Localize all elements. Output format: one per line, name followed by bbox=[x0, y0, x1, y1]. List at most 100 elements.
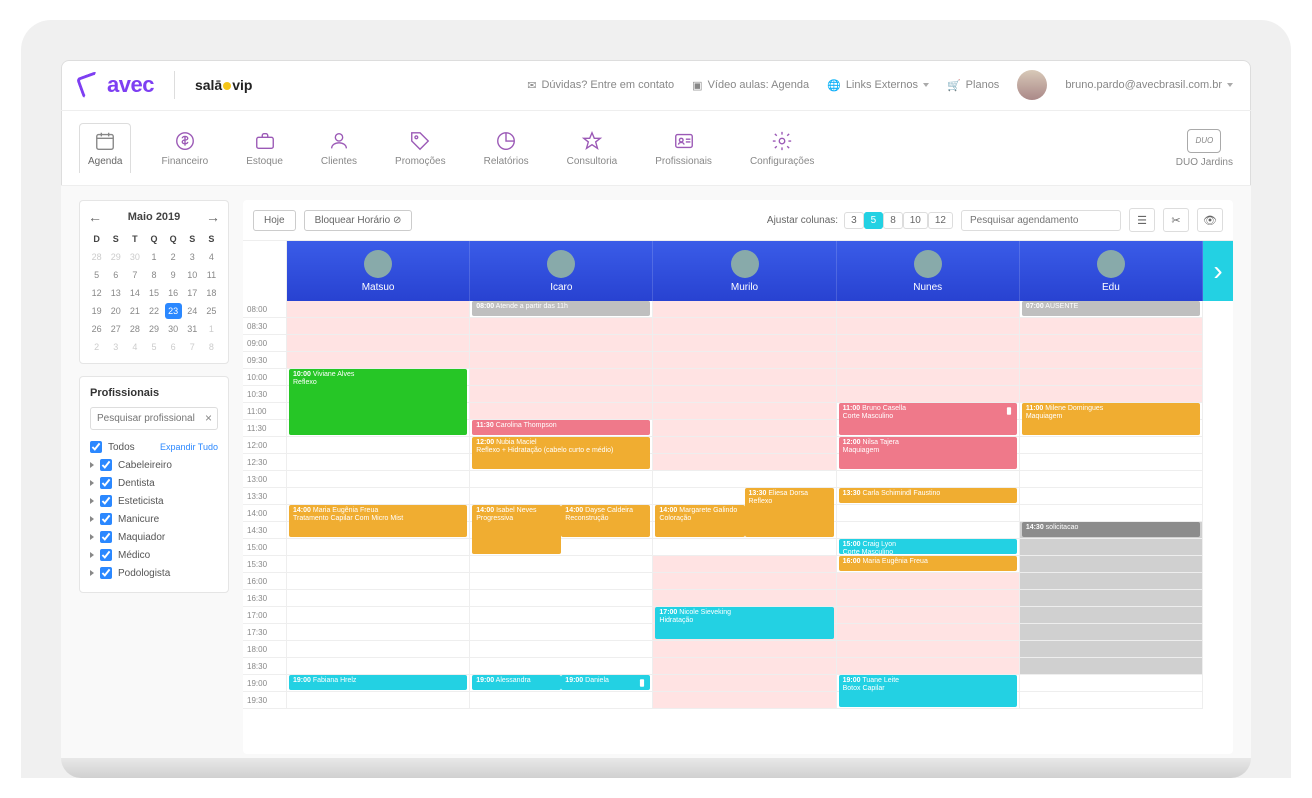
cal-day[interactable]: 13 bbox=[107, 285, 124, 301]
nav-configuracoes[interactable]: Configurações bbox=[742, 124, 822, 173]
nav-estoque[interactable]: Estoque bbox=[238, 124, 291, 173]
category-check[interactable] bbox=[100, 459, 112, 471]
cal-day[interactable]: 22 bbox=[145, 303, 162, 319]
grid-slot[interactable] bbox=[470, 471, 652, 488]
grid-slot[interactable] bbox=[1020, 573, 1202, 590]
grid-slot[interactable] bbox=[837, 386, 1019, 403]
grid-slot[interactable] bbox=[837, 318, 1019, 335]
cols-option[interactable]: 12 bbox=[928, 212, 953, 229]
cal-day[interactable]: 4 bbox=[203, 249, 220, 265]
grid-slot[interactable] bbox=[470, 335, 652, 352]
grid-slot[interactable] bbox=[470, 318, 652, 335]
cal-day[interactable]: 30 bbox=[126, 249, 143, 265]
grid-slot[interactable] bbox=[287, 352, 469, 369]
grid-slot[interactable] bbox=[653, 386, 835, 403]
grid-slot[interactable] bbox=[653, 420, 835, 437]
nav-relatorios[interactable]: Relatórios bbox=[476, 124, 537, 173]
grid-slot[interactable] bbox=[837, 607, 1019, 624]
cal-day[interactable]: 11 bbox=[203, 267, 220, 283]
grid-slot[interactable] bbox=[1020, 675, 1202, 692]
grid-slot[interactable] bbox=[653, 318, 835, 335]
cal-day[interactable]: 3 bbox=[107, 339, 124, 355]
grid-slot[interactable] bbox=[470, 386, 652, 403]
cal-day[interactable]: 25 bbox=[203, 303, 220, 319]
appointment-event[interactable]: 19:00 Alessandra bbox=[472, 675, 561, 690]
user-avatar[interactable] bbox=[1017, 70, 1047, 100]
grid-slot[interactable] bbox=[470, 488, 652, 505]
nav-agenda[interactable]: Agenda bbox=[79, 123, 131, 173]
grid-slot[interactable] bbox=[287, 624, 469, 641]
expand-icon[interactable] bbox=[90, 480, 94, 486]
grid-slot[interactable] bbox=[470, 573, 652, 590]
professional-header[interactable]: Matsuo bbox=[287, 241, 470, 301]
grid-slot[interactable] bbox=[653, 692, 835, 709]
grid-slot[interactable] bbox=[653, 301, 835, 318]
grid-slot[interactable] bbox=[470, 590, 652, 607]
expand-icon[interactable] bbox=[90, 516, 94, 522]
appointment-event[interactable]: 19:00 Tuane LeiteBotox Capilar bbox=[839, 675, 1017, 707]
cal-day[interactable]: 1 bbox=[145, 249, 162, 265]
visibility-button[interactable]: 👁 bbox=[1197, 208, 1223, 232]
grid-slot[interactable] bbox=[287, 318, 469, 335]
cal-day[interactable]: 18 bbox=[203, 285, 220, 301]
appointment-event[interactable]: 08:00 Atende a partir das 11h bbox=[472, 301, 650, 316]
cal-day[interactable]: 16 bbox=[165, 285, 182, 301]
grid-slot[interactable] bbox=[287, 692, 469, 709]
cal-day[interactable]: 14 bbox=[126, 285, 143, 301]
today-button[interactable]: Hoje bbox=[253, 210, 296, 231]
grid-slot[interactable] bbox=[1020, 658, 1202, 675]
clear-search-button[interactable]: × bbox=[205, 411, 212, 425]
appointment-event[interactable]: 19:00 Fabiana Hrelz bbox=[289, 675, 467, 690]
grid-slot[interactable] bbox=[287, 471, 469, 488]
expand-icon[interactable] bbox=[90, 534, 94, 540]
grid-slot[interactable] bbox=[1020, 369, 1202, 386]
cal-day[interactable]: 29 bbox=[107, 249, 124, 265]
grid-slot[interactable] bbox=[653, 335, 835, 352]
cal-day[interactable]: 2 bbox=[165, 249, 182, 265]
grid-slot[interactable] bbox=[1020, 692, 1202, 709]
cal-day[interactable]: 10 bbox=[184, 267, 201, 283]
nav-clientes[interactable]: Clientes bbox=[313, 124, 365, 173]
nav-promocoes[interactable]: Promoções bbox=[387, 124, 454, 173]
cols-option[interactable]: 3 bbox=[844, 212, 864, 229]
grid-slot[interactable] bbox=[653, 573, 835, 590]
grid-slot[interactable] bbox=[1020, 352, 1202, 369]
cal-day[interactable]: 8 bbox=[203, 339, 220, 355]
grid-slot[interactable] bbox=[287, 607, 469, 624]
expand-icon[interactable] bbox=[90, 498, 94, 504]
grid-slot[interactable] bbox=[470, 692, 652, 709]
nav-profissionais[interactable]: Profissionais bbox=[647, 124, 720, 173]
appointment-event[interactable]: 11:30 Carolina Thompson bbox=[472, 420, 650, 435]
link-planos[interactable]: 🛒Planos bbox=[947, 79, 999, 92]
grid-slot[interactable] bbox=[1020, 624, 1202, 641]
grid-slot[interactable] bbox=[287, 539, 469, 556]
cal-day[interactable]: 28 bbox=[126, 321, 143, 337]
logo-salaovip[interactable]: salāvip bbox=[195, 77, 252, 93]
grid-slot[interactable] bbox=[837, 352, 1019, 369]
cal-day[interactable]: 12 bbox=[88, 285, 105, 301]
grid-slot[interactable] bbox=[653, 590, 835, 607]
cols-option[interactable]: 8 bbox=[883, 212, 903, 229]
appointment-event[interactable]: 11:00 Milene DominguesMaquiagem bbox=[1022, 403, 1200, 435]
link-duvidas[interactable]: ✉Dúvidas? Entre em contato bbox=[527, 79, 674, 92]
grid-slot[interactable] bbox=[1020, 641, 1202, 658]
grid-slot[interactable] bbox=[837, 573, 1019, 590]
grid-slot[interactable] bbox=[287, 641, 469, 658]
professional-header[interactable]: Nunes bbox=[837, 241, 1020, 301]
cal-day[interactable]: 27 bbox=[107, 321, 124, 337]
appointment-event[interactable]: 10:00 Viviane AlvesReflexo bbox=[289, 369, 467, 435]
cal-next-button[interactable]: → bbox=[206, 209, 220, 225]
category-check[interactable] bbox=[100, 477, 112, 489]
grid-slot[interactable] bbox=[837, 505, 1019, 522]
grid-slot[interactable] bbox=[1020, 488, 1202, 505]
appointment-event[interactable]: 14:00 Isabel NevesProgressiva bbox=[472, 505, 561, 554]
next-professionals-button[interactable]: › bbox=[1203, 241, 1233, 301]
expand-icon[interactable] bbox=[90, 552, 94, 558]
cal-day[interactable]: 15 bbox=[145, 285, 162, 301]
professional-header[interactable]: Edu bbox=[1020, 241, 1203, 301]
appointment-event[interactable]: 16:00 Maria Eugênia Freua bbox=[839, 556, 1017, 571]
grid-slot[interactable] bbox=[1020, 556, 1202, 573]
professional-header[interactable]: Icaro bbox=[470, 241, 653, 301]
appointment-event[interactable]: 14:00 Maria Eugênia FreuaTratamento Capi… bbox=[289, 505, 467, 537]
nav-consultoria[interactable]: Consultoria bbox=[559, 124, 626, 173]
